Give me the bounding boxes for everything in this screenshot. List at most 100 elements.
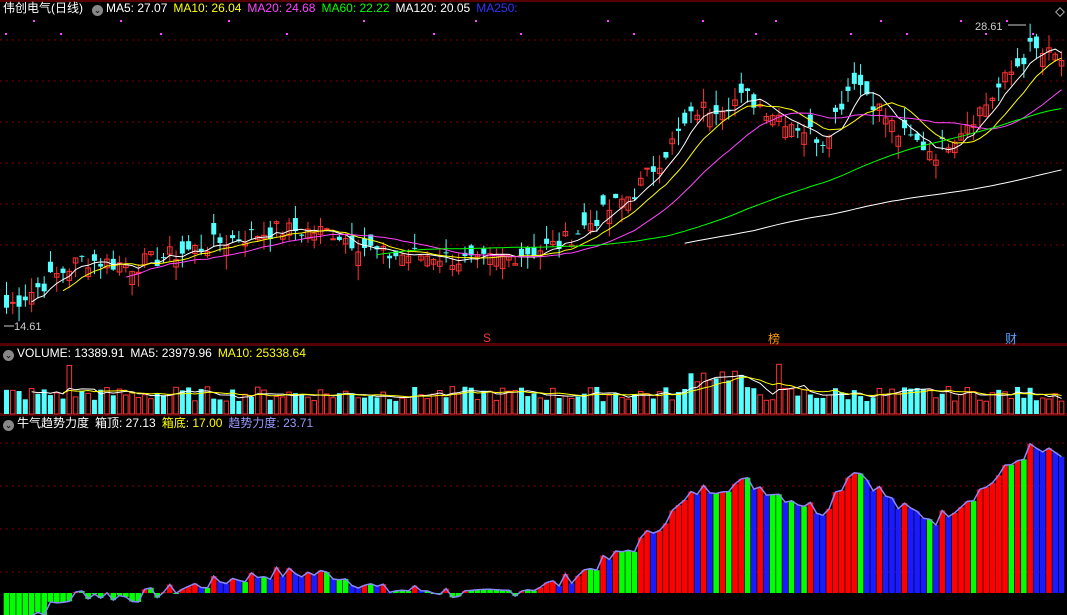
volume-bar-down: [594, 386, 600, 414]
volume-bar-up: [474, 399, 481, 415]
volume-bar-down: [745, 387, 751, 414]
ma60-line: [376, 108, 1062, 256]
signal-dot: [850, 33, 852, 35]
trend-bar: [983, 487, 989, 593]
ma-legend-item-5: MA250:: [476, 1, 518, 15]
trend-bar: [832, 492, 839, 593]
trend-bar: [223, 583, 230, 593]
volume-bar-down: [600, 401, 606, 414]
volume-bar-up: [983, 400, 989, 415]
candle-body-down: [98, 263, 104, 267]
volume-header: ⌄ VOLUME: 13389.91 MA5: 23979.96 MA10: 2533…: [0, 345, 318, 361]
trend-bar: [951, 512, 958, 593]
candle-body-down: [525, 247, 531, 255]
volume-bar-down: [236, 400, 242, 414]
trend-bar: [751, 489, 757, 593]
volume-bar-up: [895, 392, 902, 415]
ma-legend-item-4: MA120: 20.05: [395, 1, 471, 15]
trend-bar: [725, 491, 732, 593]
ma20-line: [125, 89, 1062, 278]
volume-bar-up: [280, 396, 286, 415]
candle-body-down: [198, 248, 204, 252]
volume-bar-up: [782, 387, 789, 415]
trend-bar: [60, 593, 66, 603]
candle-body-down: [581, 212, 587, 226]
volume-bar-up: [989, 392, 996, 415]
candle-body-down: [161, 257, 166, 259]
trend-bar: [311, 575, 318, 593]
trend-bar: [1008, 464, 1015, 593]
trend-bar: [242, 581, 248, 593]
volume-bar-down: [556, 397, 562, 414]
trend-bar: [732, 483, 738, 593]
volume-bar-down: [161, 395, 166, 414]
candle-body-down: [814, 139, 820, 143]
indicator-settings-icon[interactable]: ⌄: [3, 420, 14, 431]
candle-body-down: [91, 254, 97, 261]
trend-bar: [1058, 456, 1065, 593]
volume-settings-icon[interactable]: ⌄: [3, 350, 14, 361]
trend-bar: [556, 585, 562, 593]
volume-bar-up: [719, 371, 726, 415]
volume-bar-down: [361, 397, 367, 414]
volume-bar-up: [1039, 397, 1046, 415]
trend-bar: [964, 501, 971, 593]
volume-bar-up: [1046, 398, 1052, 415]
volume-legend-item-0: VOLUME: 13389.91: [17, 346, 125, 360]
indicator-chart[interactable]: [0, 415, 1067, 615]
volume-bar-up: [970, 391, 977, 415]
price-chart[interactable]: [0, 0, 1067, 345]
signal-dot: [160, 33, 162, 35]
volume-bar-up: [317, 389, 324, 415]
candle-body-down: [41, 283, 47, 292]
volume-bar-up: [493, 399, 500, 415]
trend-bar: [813, 513, 820, 593]
volume-legend-item-2: MA10: 25338.64: [217, 346, 306, 360]
volume-bar-down: [839, 392, 845, 414]
volume-bar-up: [430, 393, 437, 415]
candle-body-down: [996, 83, 1002, 88]
trend-bar: [675, 505, 682, 593]
trend-bar: [280, 576, 286, 593]
trend-bar: [700, 485, 707, 593]
ma120-line: [684, 169, 1062, 244]
settings-icon[interactable]: ⌄: [92, 5, 103, 16]
trend-bar: [374, 586, 380, 593]
volume-bar-up: [1008, 397, 1015, 415]
volume-bar-up: [889, 388, 895, 415]
trend-bar: [28, 593, 35, 615]
volume-bar-up: [550, 387, 556, 415]
volume-bar-up: [977, 399, 983, 415]
trend-bar: [882, 496, 889, 593]
trend-bar: [901, 503, 908, 593]
trend-bar: [763, 495, 770, 593]
volume-bar-up: [606, 394, 613, 415]
volume-bar-down: [22, 399, 28, 414]
trend-bar: [612, 551, 619, 593]
volume-bar-up: [9, 389, 16, 415]
trend-bar: [47, 593, 54, 602]
volume-bar-down: [751, 388, 757, 414]
trend-bar: [1021, 459, 1027, 593]
candle-body-down: [663, 152, 669, 158]
candle-body-down: [4, 294, 9, 308]
marker-s[interactable]: S: [483, 331, 491, 345]
trend-bar: [1046, 448, 1052, 593]
candle-body-down: [531, 247, 537, 256]
candle-body-down: [858, 74, 864, 86]
volume-bar-down: [845, 399, 851, 414]
volume-bar-up: [1058, 400, 1065, 415]
volume-bar-up: [669, 399, 675, 415]
volume-bar-up: [273, 396, 280, 415]
signal-dot: [906, 33, 908, 35]
volume-bar-up: [305, 396, 311, 415]
trend-bar: [336, 579, 343, 593]
trend-bar: [644, 530, 650, 593]
ma-legend-item-0: MA5: 27.07: [106, 1, 168, 15]
trend-bar: [970, 500, 977, 593]
volume-bar-up: [487, 390, 493, 415]
trend-bar: [851, 472, 858, 593]
trend-bar: [619, 551, 625, 593]
volume-bar-up: [192, 400, 198, 415]
volume-bar-up: [129, 391, 135, 415]
